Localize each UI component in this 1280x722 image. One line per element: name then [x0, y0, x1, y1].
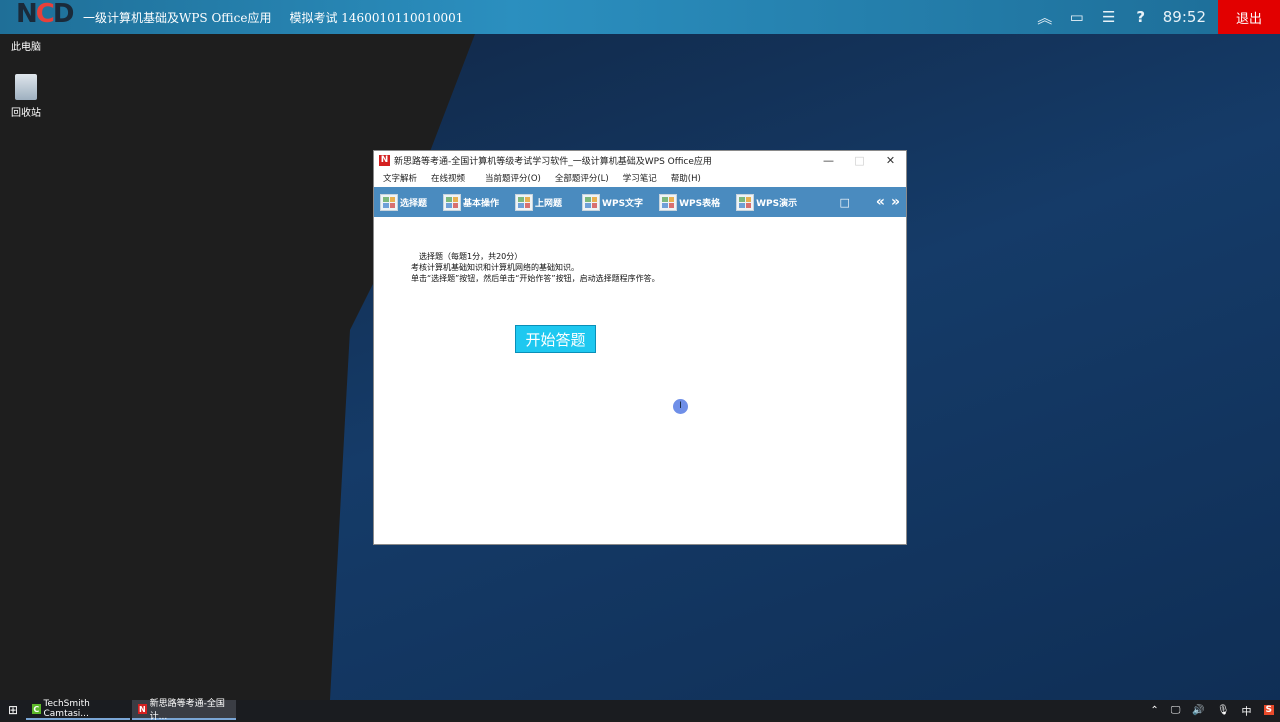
- menu-score-current[interactable]: 当前题评分(O): [485, 172, 541, 184]
- wps-spreadsheet-icon: [659, 193, 678, 211]
- internet-icon: [515, 193, 534, 211]
- network-icon[interactable]: 🖵: [1171, 705, 1181, 716]
- maximize-button[interactable]: □: [844, 154, 875, 167]
- choice-icon: [380, 193, 398, 211]
- chevron-up-icon[interactable]: ⌃: [1150, 705, 1158, 716]
- ime-indicator[interactable]: 中: [1242, 703, 1252, 718]
- menu-online-video[interactable]: 在线视频: [431, 172, 465, 184]
- checklist-icon[interactable]: ☰: [1093, 8, 1125, 26]
- window-titlebar: N 新思路等考通-全国计算机等级考试学习软件_一级计算机基础及WPS Offic…: [374, 151, 906, 169]
- tab-choice[interactable]: 选择题: [380, 193, 428, 211]
- previous-icon[interactable]: «: [876, 194, 885, 210]
- instruction-text: 单击“选择题”按钮，然后单击“开始作答”按钮，启动选择题程序作答。: [411, 274, 660, 283]
- menu-help[interactable]: 帮助(H): [671, 172, 701, 184]
- question-type-toolbar: 选择题 基本操作 上网题 WPS文字 WPS表格 WPS演示 □ « »: [374, 187, 906, 217]
- countdown-timer: 89:52: [1162, 8, 1206, 26]
- app-window: N 新思路等考通-全国计算机等级考试学习软件_一级计算机基础及WPS Offic…: [373, 150, 907, 545]
- menu-notes[interactable]: 学习笔记: [623, 172, 657, 184]
- desktop-icon-label: 此电脑: [11, 42, 41, 53]
- minimize-button[interactable]: —: [813, 154, 844, 167]
- windows-start-icon[interactable]: ⊞: [0, 703, 26, 717]
- wps-presentation-icon: [736, 193, 755, 211]
- tab-label: WPS演示: [756, 198, 798, 209]
- app-logo-icon: N: [138, 704, 147, 714]
- help-icon[interactable]: ?: [1125, 8, 1157, 26]
- text-cursor-icon: I: [673, 399, 688, 414]
- close-button[interactable]: ✕: [875, 154, 906, 167]
- exam-id: 模拟考试 1460010110010001: [289, 10, 464, 25]
- window-title: 新思路等考通-全国计算机等级考试学习软件_一级计算机基础及WPS Office应…: [394, 156, 712, 167]
- taskbar: ⊞ C TechSmith Camtasi... N 新思路等考通-全国计... ⌃…: [0, 699, 1280, 722]
- menu-bar: 文字解析 在线视频 当前题评分(O) 全部题评分(L) 学习笔记 帮助(H): [374, 169, 906, 187]
- tab-label: WPS文字: [602, 198, 644, 209]
- tab-label: WPS表格: [679, 198, 721, 209]
- camtasia-icon: C: [32, 704, 41, 714]
- tab-wps-presentation[interactable]: WPS演示: [736, 193, 798, 211]
- instruction-text: 考核计算机基础知识和计算机网络的基础知识。: [411, 263, 579, 272]
- tab-label: 选择题: [400, 198, 428, 209]
- task-label: TechSmith Camtasi...: [43, 699, 90, 719]
- tab-wps-spreadsheet[interactable]: WPS表格: [659, 193, 721, 211]
- task-label: 新思路等考通-全国计...: [149, 699, 225, 722]
- sogou-ime-icon[interactable]: S: [1263, 705, 1274, 715]
- tab-basic-operation[interactable]: 基本操作: [443, 193, 500, 211]
- exit-button[interactable]: 退出: [1218, 0, 1280, 34]
- taskbar-item-camtasia[interactable]: C TechSmith Camtasi...: [26, 699, 130, 720]
- instruction-heading: 选择题（每题1分，共20分）: [419, 252, 523, 261]
- start-answer-button[interactable]: 开始答题: [515, 325, 596, 353]
- tab-wps-writer[interactable]: WPS文字: [582, 193, 644, 211]
- menu-score-all[interactable]: 全部题评分(L): [555, 172, 609, 184]
- wps-writer-icon: [582, 193, 601, 211]
- next-icon[interactable]: »: [891, 194, 900, 210]
- tab-label: 上网题: [535, 198, 563, 209]
- app-logo-icon: N: [379, 154, 390, 166]
- recycle-bin-icon: [15, 74, 37, 100]
- system-tray: ⌃ 🖵 🔊 🎙 中 S: [1144, 703, 1280, 718]
- ncd-logo: NCD: [16, 0, 74, 29]
- tab-label: 基本操作: [463, 198, 500, 209]
- desktop-icon-this-pc[interactable]: 此电脑: [6, 38, 46, 53]
- restore-icon[interactable]: □: [840, 196, 850, 209]
- microphone-icon[interactable]: 🎙: [1217, 705, 1230, 716]
- taskbar-item-app[interactable]: N 新思路等考通-全国计...: [132, 699, 236, 722]
- window-icon[interactable]: ▭: [1061, 8, 1093, 26]
- basic-operation-icon: [443, 193, 462, 211]
- desktop-icon-recycle-bin[interactable]: 回收站: [6, 74, 46, 119]
- tab-internet[interactable]: 上网题: [515, 193, 563, 211]
- menu-text-analysis[interactable]: 文字解析: [383, 172, 417, 184]
- exam-top-bar: NCD 一级计算机基础及WPS Office应用 模拟考试 1460010110…: [0, 0, 1280, 34]
- volume-icon[interactable]: 🔊: [1192, 705, 1204, 716]
- chevron-double-up-icon[interactable]: ︽: [1029, 7, 1061, 28]
- desktop-icon-label: 回收站: [11, 108, 41, 119]
